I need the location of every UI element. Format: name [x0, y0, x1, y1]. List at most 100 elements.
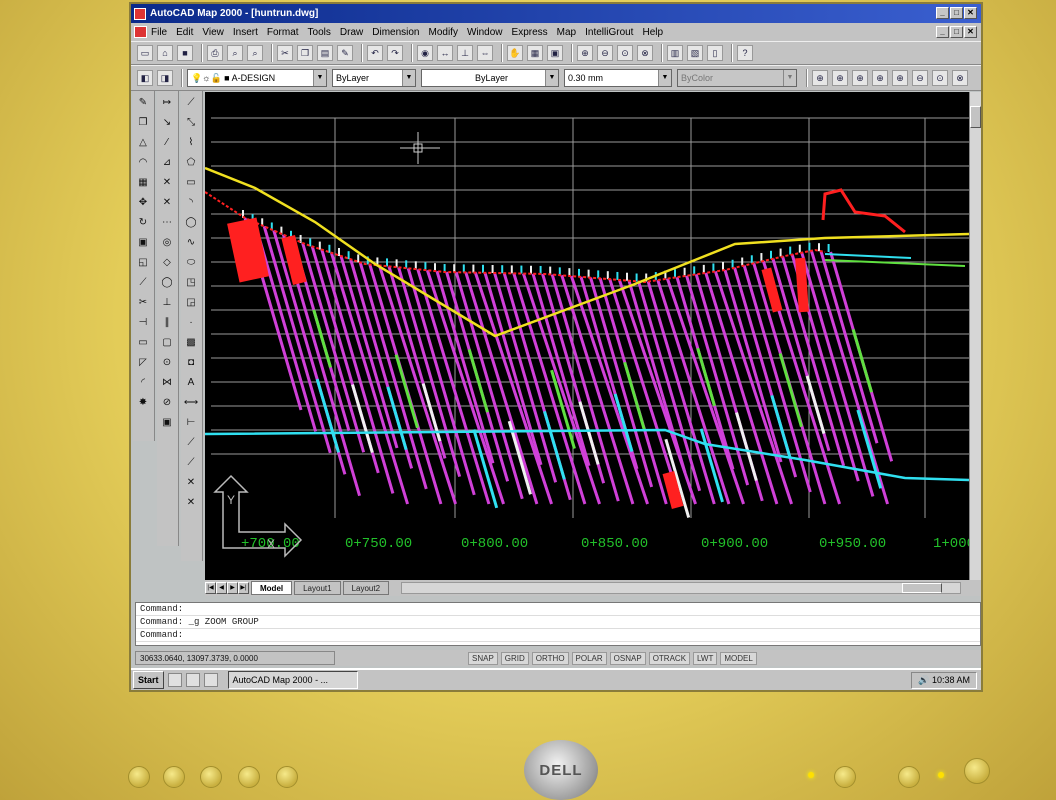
menu-edit[interactable]: Edit: [176, 27, 193, 38]
doc-minimize-button[interactable]: _: [936, 26, 949, 38]
construction-line-icon[interactable]: ⤡: [183, 115, 199, 131]
linear-dim-icon[interactable]: ⊢: [183, 415, 199, 431]
snap-none-icon[interactable]: ⊘: [159, 395, 175, 411]
rotate-icon[interactable]: ↻: [135, 215, 151, 231]
vertical-scrollbar[interactable]: [969, 92, 981, 580]
make-block-icon[interactable]: ◲: [183, 295, 199, 311]
chevron-down-icon[interactable]: ▼: [313, 70, 326, 86]
monitor-button[interactable]: [834, 766, 856, 788]
tab-layout2[interactable]: Layout2: [342, 581, 390, 595]
snap-quadrant-icon[interactable]: ◇: [159, 255, 175, 271]
outlook-icon[interactable]: [203, 673, 218, 687]
monitor-button[interactable]: [238, 766, 260, 788]
find-icon[interactable]: ⌕: [247, 45, 263, 61]
doc-close-button[interactable]: ✕: [964, 26, 977, 38]
grid-toggle[interactable]: GRID: [500, 651, 529, 665]
chevron-down-icon[interactable]: ▼: [783, 70, 796, 86]
array-icon[interactable]: ▦: [135, 175, 151, 191]
point-icon[interactable]: ·: [183, 315, 199, 331]
distance-icon[interactable]: ⇔: [477, 45, 493, 61]
document-icon[interactable]: [134, 26, 147, 38]
help-icon[interactable]: ?: [737, 45, 753, 61]
start-button[interactable]: Start: [133, 671, 164, 689]
circle-icon[interactable]: ◯: [183, 215, 199, 231]
fillet-icon[interactable]: ◜: [135, 375, 151, 391]
zoom-window-icon[interactable]: ⊖: [597, 45, 613, 61]
open-file-icon[interactable]: ⌂: [157, 45, 173, 61]
region-icon[interactable]: ◘: [183, 355, 199, 371]
model-space-canvas[interactable]: +700.00 0+750.00 0+800.00 0+850.00 0+900.00 0…: [205, 92, 969, 580]
scroll-thumb[interactable]: [970, 106, 981, 128]
title-bar[interactable]: AutoCAD Map 2000 - [huntrun.dwg] _ □ ✕: [131, 4, 981, 23]
explode-icon[interactable]: ✸: [135, 395, 151, 411]
offset-icon[interactable]: ◠: [135, 155, 151, 171]
autocad-app-icon[interactable]: [134, 7, 146, 20]
monitor-button[interactable]: [200, 766, 222, 788]
prev-tab-button[interactable]: ◀: [216, 582, 227, 594]
zoom-in-icon[interactable]: ⊕: [892, 70, 908, 86]
hatch-icon[interactable]: ▩: [183, 335, 199, 351]
ucs-icon[interactable]: ⊥: [457, 45, 473, 61]
doc-restore-button[interactable]: □: [950, 26, 963, 38]
line-icon[interactable]: ⟋: [183, 95, 199, 111]
snap-tangent-icon[interactable]: ◯: [159, 275, 175, 291]
chevron-down-icon[interactable]: ▼: [402, 70, 415, 86]
mirror-icon[interactable]: △: [135, 135, 151, 151]
menu-draw[interactable]: Draw: [340, 27, 363, 38]
model-toggle[interactable]: MODEL: [720, 651, 757, 665]
erase-icon[interactable]: ✎: [135, 95, 151, 111]
command-window[interactable]: Command: Command: _g ZOOM GROUP Command:: [135, 602, 981, 646]
ordinate-dim-icon[interactable]: ⟋: [183, 455, 199, 471]
scale-icon[interactable]: ▣: [135, 235, 151, 251]
close-button[interactable]: ✕: [964, 7, 977, 19]
monitor-button[interactable]: [276, 766, 298, 788]
zoom-all-icon[interactable]: ⊙: [932, 70, 948, 86]
snap-intersection-icon[interactable]: ✕: [159, 175, 175, 191]
plotstyle-dropdown[interactable]: ByColor ▼: [677, 69, 797, 87]
linetype-dropdown[interactable]: ByLayer ▼: [421, 69, 559, 87]
monitor-button[interactable]: [898, 766, 920, 788]
ortho-toggle[interactable]: ORTHO: [531, 651, 569, 665]
menu-express[interactable]: Express: [512, 27, 548, 38]
hyperlink-icon[interactable]: ◉: [417, 45, 433, 61]
aerial-view-icon[interactable]: ▦: [527, 45, 543, 61]
layer-dropdown[interactable]: 💡☼🔓 ■ A-DESIGN ▼: [187, 69, 327, 87]
desktop-icon[interactable]: [185, 673, 200, 687]
power-button[interactable]: [964, 758, 990, 784]
menu-format[interactable]: Format: [267, 27, 299, 38]
print-icon[interactable]: ⎙: [207, 45, 223, 61]
make-layer-current-icon[interactable]: ◧: [137, 70, 153, 86]
polar-toggle[interactable]: POLAR: [571, 651, 607, 665]
redo-icon[interactable]: ↷: [387, 45, 403, 61]
snap-toggle[interactable]: SNAP: [468, 651, 498, 665]
snap-parallel-icon[interactable]: ∥: [159, 315, 175, 331]
snap-node-icon[interactable]: ⊙: [159, 355, 175, 371]
snap-perpendicular-icon[interactable]: ⊥: [159, 295, 175, 311]
zoom-scale-icon[interactable]: ⊕: [852, 70, 868, 86]
snap-insert-icon[interactable]: ▢: [159, 335, 175, 351]
osnap-settings-icon[interactable]: ▣: [159, 415, 175, 431]
chevron-down-icon[interactable]: ▼: [545, 70, 558, 86]
aligned-dim-icon[interactable]: ⟋: [183, 435, 199, 451]
monitor-button[interactable]: [163, 766, 185, 788]
spline-icon[interactable]: ∿: [183, 235, 199, 251]
coordinate-readout[interactable]: 30633.0640, 13097.3739, 0.0000: [135, 651, 335, 665]
ie-icon[interactable]: [167, 673, 182, 687]
horizontal-scrollbar[interactable]: [401, 582, 962, 594]
print-preview-icon[interactable]: ⌕: [227, 45, 243, 61]
menu-help[interactable]: Help: [642, 27, 663, 38]
polygon-icon[interactable]: ⬠: [183, 155, 199, 171]
menu-dimension[interactable]: Dimension: [372, 27, 419, 38]
snap-endpoint-icon[interactable]: ⁄: [159, 135, 175, 151]
copy-object-icon[interactable]: ❐: [135, 115, 151, 131]
next-tab-button[interactable]: ▶: [227, 582, 238, 594]
lengthen-icon[interactable]: ⟋: [135, 275, 151, 291]
tracking-icon[interactable]: ↔: [437, 45, 453, 61]
layers-icon[interactable]: ◨: [157, 70, 173, 86]
zoom-previous-icon[interactable]: ⊙: [617, 45, 633, 61]
database-icon[interactable]: ▯: [707, 45, 723, 61]
zoom-out-icon[interactable]: ⊖: [912, 70, 928, 86]
properties-icon[interactable]: ▥: [667, 45, 683, 61]
snap-from-icon[interactable]: ↘: [159, 115, 175, 131]
tab-model[interactable]: Model: [251, 581, 293, 595]
